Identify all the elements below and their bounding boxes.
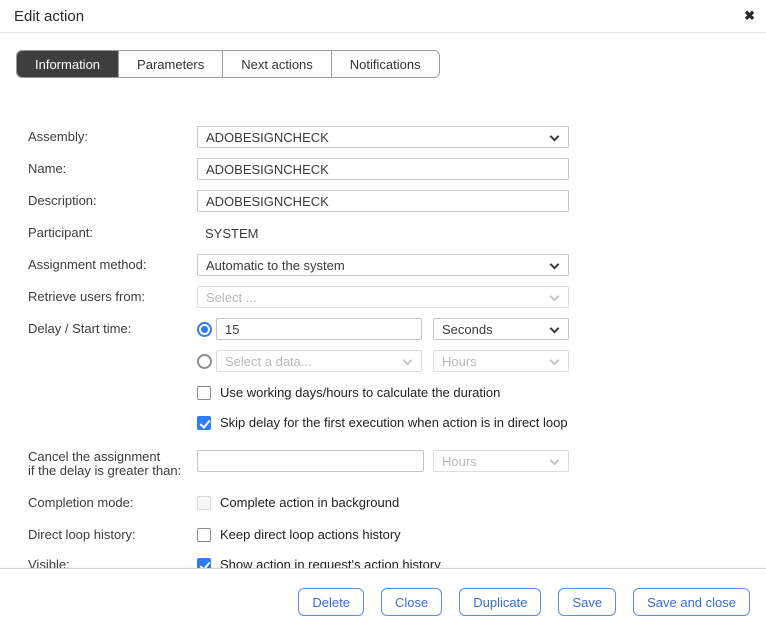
- dialog-footer: Delete Close Duplicate Save Save and clo…: [0, 568, 766, 635]
- working-days-checkbox-label: Use working days/hours to calculate the …: [220, 385, 500, 401]
- direct-loop-row: Direct loop history: Keep direct loop ac…: [28, 524, 766, 546]
- close-icon[interactable]: ✖: [744, 7, 755, 25]
- assembly-label: Assembly:: [28, 130, 197, 144]
- delay-unit-value: Seconds: [442, 322, 493, 337]
- dialog-body: Information Parameters Next actions Noti…: [0, 33, 766, 568]
- direct-loop-label: Direct loop history:: [28, 528, 197, 542]
- completion-mode-row: Completion mode: Complete action in back…: [28, 492, 766, 514]
- description-label: Description:: [28, 194, 197, 208]
- name-row: Name:: [28, 158, 766, 180]
- cancel-assignment-label-line1: Cancel the assignment: [28, 449, 160, 464]
- working-days-row: Use working days/hours to calculate the …: [28, 382, 766, 404]
- participant-row: Participant: SYSTEM: [28, 222, 766, 244]
- name-label: Name:: [28, 162, 197, 176]
- delay-fixed-row: Delay / Start time: Seconds: [28, 318, 766, 340]
- chevron-down-icon: [550, 132, 560, 142]
- assembly-row: Assembly: ADOBESIGNCHECK: [28, 126, 766, 148]
- participant-value: SYSTEM: [205, 226, 258, 241]
- cancel-assignment-label: Cancel the assignment if the delay is gr…: [28, 450, 197, 478]
- delay-unit-select[interactable]: Seconds: [433, 318, 569, 340]
- retrieve-users-label: Retrieve users from:: [28, 290, 197, 304]
- completion-mode-checkbox-label: Complete action in background: [220, 495, 399, 511]
- delay-data-select: Select a data...: [216, 350, 422, 372]
- chevron-down-icon: [550, 356, 560, 366]
- completion-mode-label: Completion mode:: [28, 496, 197, 510]
- delay-data-unit-select: Hours: [433, 350, 569, 372]
- direct-loop-checkbox-label: Keep direct loop actions history: [220, 527, 401, 543]
- assembly-select[interactable]: ADOBESIGNCHECK: [197, 126, 569, 148]
- information-form: Assembly: ADOBESIGNCHECK Name: Descripti…: [28, 126, 766, 568]
- dialog-title: Edit action: [14, 8, 84, 25]
- completion-mode-checkbox: [197, 496, 211, 510]
- save-button[interactable]: Save: [558, 588, 616, 616]
- dialog-header: Edit action ✖: [0, 0, 766, 33]
- tab-bar: Information Parameters Next actions Noti…: [16, 50, 440, 78]
- close-button[interactable]: Close: [381, 588, 442, 616]
- cancel-assignment-label-line2: if the delay is greater than:: [28, 463, 181, 478]
- chevron-down-icon: [550, 260, 560, 270]
- duplicate-button[interactable]: Duplicate: [459, 588, 541, 616]
- cancel-assignment-unit-value: Hours: [442, 454, 477, 469]
- delay-label: Delay / Start time:: [28, 322, 197, 336]
- delete-button[interactable]: Delete: [298, 588, 364, 616]
- name-input[interactable]: [197, 158, 569, 180]
- delay-fixed-radio[interactable]: [197, 322, 212, 337]
- tab-parameters[interactable]: Parameters: [118, 51, 222, 77]
- skip-delay-checkbox[interactable]: [197, 416, 211, 430]
- cancel-assignment-input[interactable]: [197, 450, 424, 472]
- delay-data-unit-value: Hours: [442, 354, 477, 369]
- working-days-checkbox[interactable]: [197, 386, 211, 400]
- skip-delay-row: Skip delay for the first execution when …: [28, 412, 766, 434]
- chevron-down-icon: [550, 292, 560, 302]
- direct-loop-checkbox[interactable]: [197, 528, 211, 542]
- tab-notifications[interactable]: Notifications: [331, 51, 439, 77]
- chevron-down-icon: [403, 356, 413, 366]
- delay-value-input[interactable]: [216, 318, 422, 340]
- description-input[interactable]: [197, 190, 569, 212]
- assembly-select-value: ADOBESIGNCHECK: [206, 130, 329, 145]
- visible-label: Visible:: [28, 558, 197, 568]
- assignment-method-select-value: Automatic to the system: [206, 258, 345, 273]
- visible-checkbox-label: Show action in request's action history: [220, 557, 441, 568]
- tab-information[interactable]: Information: [17, 51, 118, 77]
- visible-row: Visible: Show action in request's action…: [28, 554, 766, 568]
- participant-label: Participant:: [28, 226, 197, 240]
- chevron-down-icon: [550, 324, 560, 334]
- delay-data-row: Select a data... Hours: [28, 350, 766, 372]
- tab-next-actions[interactable]: Next actions: [222, 51, 331, 77]
- skip-delay-checkbox-label: Skip delay for the first execution when …: [220, 415, 568, 431]
- retrieve-users-row: Retrieve users from: Select ...: [28, 286, 766, 308]
- delay-data-placeholder: Select a data...: [225, 354, 312, 369]
- retrieve-users-placeholder: Select ...: [206, 290, 257, 305]
- delay-data-radio[interactable]: [197, 354, 212, 369]
- cancel-assignment-unit-select: Hours: [433, 450, 569, 472]
- cancel-assignment-row: Cancel the assignment if the delay is gr…: [28, 450, 766, 478]
- assignment-method-label: Assignment method:: [28, 258, 197, 272]
- chevron-down-icon: [550, 456, 560, 466]
- description-row: Description:: [28, 190, 766, 212]
- assignment-method-select[interactable]: Automatic to the system: [197, 254, 569, 276]
- retrieve-users-select: Select ...: [197, 286, 569, 308]
- visible-checkbox[interactable]: [197, 558, 211, 568]
- assignment-method-row: Assignment method: Automatic to the syst…: [28, 254, 766, 276]
- save-and-close-button[interactable]: Save and close: [633, 588, 750, 616]
